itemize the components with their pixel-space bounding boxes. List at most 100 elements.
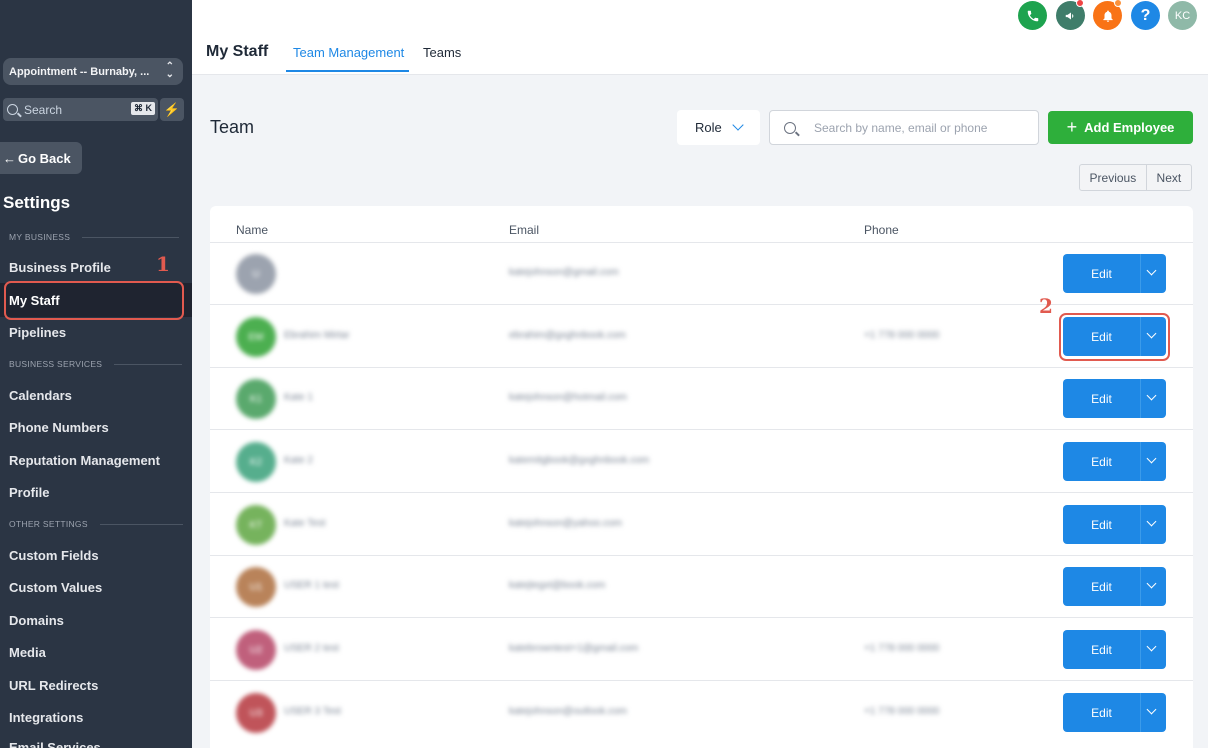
edit-button[interactable]: Edit <box>1063 693 1166 732</box>
staff-phone: +1 778 000 0000 <box>864 330 940 341</box>
lightning-icon[interactable]: ⚡ <box>160 98 184 121</box>
edit-label: Edit <box>1091 454 1112 469</box>
avatar: U2 <box>236 630 276 670</box>
chevron-down-icon[interactable] <box>1146 453 1157 464</box>
table-row: K2 Kate 2 katemitgbook@gxghnbook.com Edi… <box>210 431 1193 493</box>
edit-label: Edit <box>1091 579 1112 594</box>
avatar: U <box>236 254 276 294</box>
next-button[interactable]: Next <box>1147 165 1191 190</box>
avatar: KT <box>236 505 276 545</box>
tab-team-management[interactable]: Team Management <box>293 45 404 60</box>
search-icon <box>784 121 796 134</box>
divider <box>1140 379 1141 418</box>
divider <box>1140 254 1141 293</box>
team-title: Team <box>210 117 255 137</box>
phone-icon[interactable] <box>1018 1 1047 30</box>
table-row: U2 USER 2 test katebrowntest+1@gmail.com… <box>210 619 1193 681</box>
sidebar-item-email-services[interactable]: Email Services <box>9 740 101 748</box>
avatar: U1 <box>236 567 276 607</box>
notification-dot <box>1114 0 1122 7</box>
chevron-down-icon[interactable] <box>1146 390 1157 401</box>
staff-email: katemitgbook@gxghnbook.com <box>509 455 650 466</box>
sidebar-search-placeholder: Search <box>24 102 63 117</box>
staff-phone: +1 778 000 0000 <box>864 706 940 717</box>
active-tab-indicator <box>286 70 409 72</box>
sidebar-item-integrations[interactable]: Integrations <box>9 710 83 725</box>
section-other-settings: OTHER SETTINGS <box>9 519 183 529</box>
sidebar-item-phone-numbers[interactable]: Phone Numbers <box>9 420 109 435</box>
staff-email: ebrahim@gxghnbook.com <box>509 330 626 341</box>
edit-label: Edit <box>1091 266 1112 281</box>
sidebar-item-custom-values[interactable]: Custom Values <box>9 580 102 595</box>
sidebar-item-media[interactable]: Media <box>9 645 46 660</box>
staff-phone: +1 778 000 0000 <box>864 643 940 654</box>
role-filter-dropdown[interactable]: Role <box>677 110 760 145</box>
staff-email: katejohnson@gmail.com <box>509 267 619 278</box>
divider <box>1140 505 1141 544</box>
avatar: K1 <box>236 379 276 419</box>
megaphone-icon[interactable] <box>1056 0 1085 30</box>
avatar: K2 <box>236 442 276 482</box>
staff-email: katebrowntest+1@gmail.com <box>509 643 639 654</box>
annotation-number-1: 1 <box>156 252 170 276</box>
shortcut-badge: ⌘ K <box>131 102 155 115</box>
chevron-down-icon[interactable] <box>1146 641 1157 652</box>
go-back-button[interactable]: ← Go Back <box>0 142 82 174</box>
chevron-up-down-icon: ⌃ ⌄ <box>165 61 174 80</box>
table-row: KT Kate Test katejohnson@yahoo.com Edit <box>210 494 1193 556</box>
edit-button[interactable]: Edit <box>1063 379 1166 418</box>
section-my-business: MY BUSINESS <box>9 232 180 242</box>
sidebar-search[interactable]: Search ⌘ K <box>3 98 158 121</box>
edit-button[interactable]: Edit <box>1063 254 1166 293</box>
sidebar-item-domains[interactable]: Domains <box>9 613 64 628</box>
staff-email: katejohnson@outlook.com <box>509 706 627 717</box>
staff-email: katejohnson@hotmail.com <box>509 392 627 403</box>
table-row: K1 Kate 1 katejohnson@hotmail.com Edit <box>210 368 1193 430</box>
staff-table: Name Email Phone U katejohnson@gmail.com… <box>210 206 1193 748</box>
top-bar: My Staff Team Management Teams ? KC <box>192 0 1208 75</box>
staff-search-input[interactable] <box>814 120 1014 135</box>
divider <box>99 523 183 525</box>
section-business-services: BUSINESS SERVICES <box>9 359 183 369</box>
bell-icon[interactable] <box>1093 0 1122 30</box>
staff-name: USER 1 test <box>284 580 340 591</box>
column-header-email: Email <box>509 223 540 237</box>
chevron-down-icon[interactable] <box>1146 578 1157 589</box>
edit-button[interactable]: Edit <box>1063 567 1166 606</box>
staff-search-box <box>769 110 1039 145</box>
chevron-down-icon[interactable] <box>1146 704 1157 715</box>
sidebar-item-business-profile[interactable]: Business Profile <box>9 260 111 275</box>
edit-button[interactable]: Edit <box>1063 505 1166 544</box>
add-employee-button[interactable]: + Add Employee <box>1048 111 1193 144</box>
tab-teams[interactable]: Teams <box>423 45 461 60</box>
staff-name: Kate 2 <box>284 455 313 466</box>
edit-label: Edit <box>1091 517 1112 532</box>
user-avatar[interactable]: KC <box>1168 1 1197 30</box>
sidebar-item-reputation-management[interactable]: Reputation Management <box>9 453 160 468</box>
settings-title: Settings <box>3 193 71 212</box>
sidebar-item-custom-fields[interactable]: Custom Fields <box>9 548 99 563</box>
notification-dot <box>1076 0 1084 7</box>
sidebar: Appointment -- Burnaby, ... ⌃ ⌄ Search ⌘ … <box>0 0 192 748</box>
edit-button[interactable]: Edit <box>1063 442 1166 481</box>
staff-name: USER 2 test <box>284 643 340 654</box>
sidebar-item-profile[interactable]: Profile <box>9 485 49 500</box>
chevron-down-icon[interactable] <box>1146 265 1157 276</box>
help-icon[interactable]: ? <box>1131 1 1160 30</box>
location-switcher[interactable]: Appointment -- Burnaby, ... ⌃ ⌄ <box>3 58 183 85</box>
divider <box>1140 567 1141 606</box>
add-employee-label: Add Employee <box>1084 120 1175 135</box>
sidebar-item-calendars[interactable]: Calendars <box>9 388 72 403</box>
edit-button[interactable]: Edit <box>1063 630 1166 669</box>
divider <box>114 363 183 365</box>
pagination: Previous Next <box>1079 164 1192 191</box>
chevron-down-icon[interactable] <box>1146 516 1157 527</box>
previous-button[interactable]: Previous <box>1080 165 1147 190</box>
divider <box>1140 630 1141 669</box>
location-name: Appointment -- Burnaby, ... <box>9 65 150 78</box>
help-label: ? <box>1140 6 1151 24</box>
sidebar-item-pipelines[interactable]: Pipelines <box>9 325 66 340</box>
divider <box>1140 442 1141 481</box>
staff-name: Kate Test <box>284 518 326 529</box>
sidebar-item-url-redirects[interactable]: URL Redirects <box>9 678 98 693</box>
